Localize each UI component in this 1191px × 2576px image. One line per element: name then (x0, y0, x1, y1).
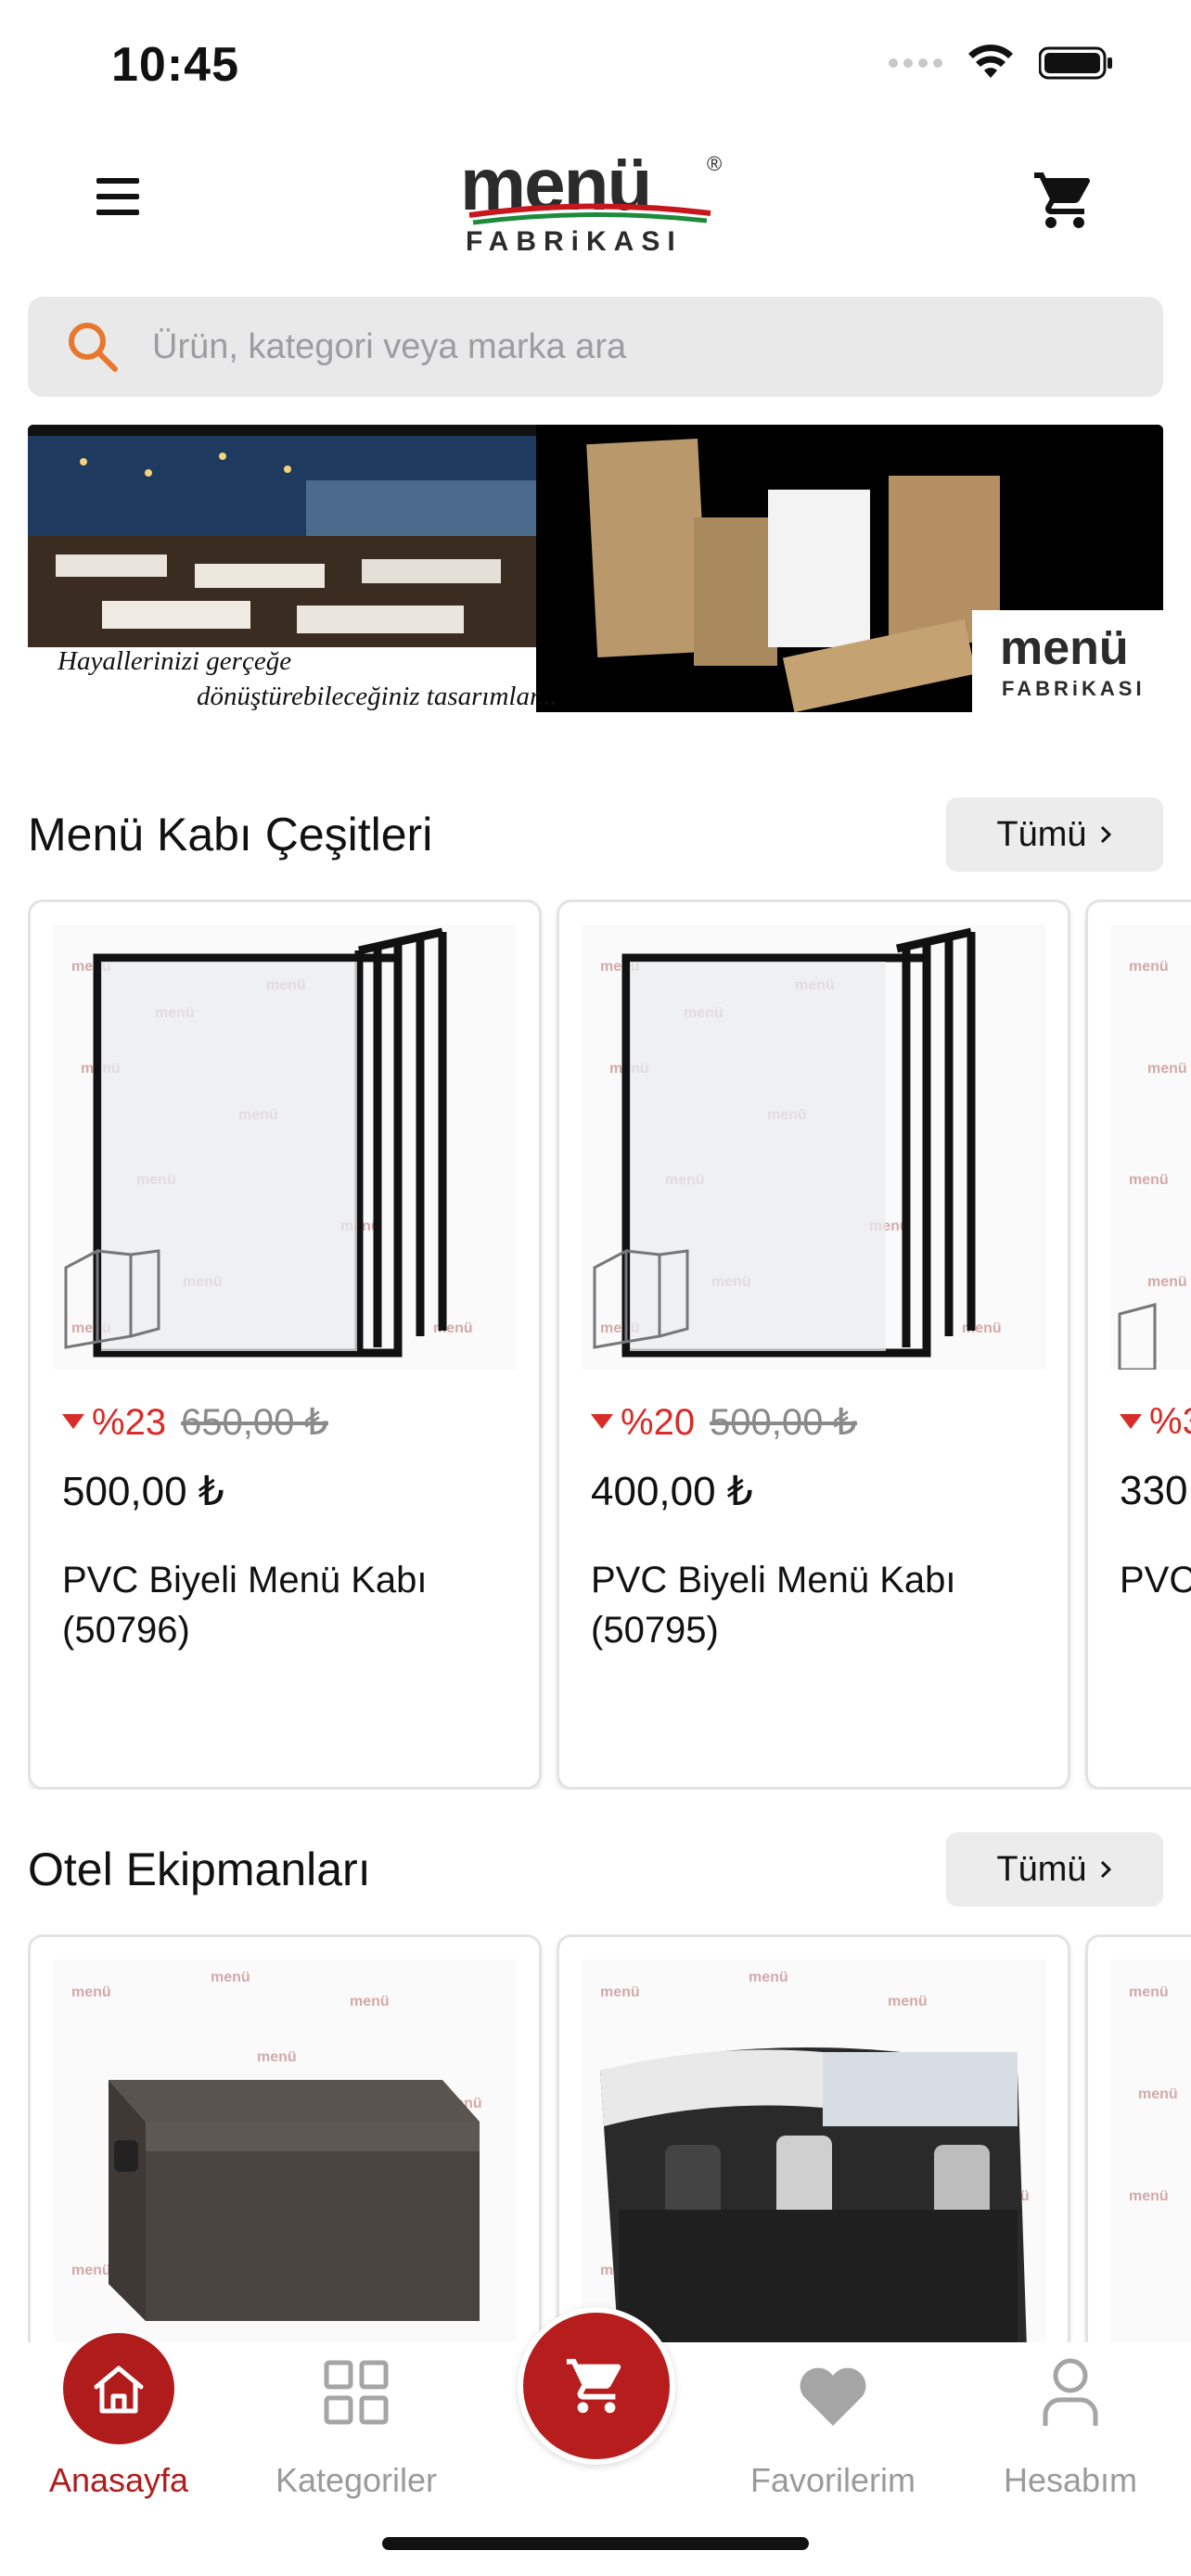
product-card[interactable]: menümenümenümenümenü (557, 1934, 1070, 2342)
svg-text:menü: menü (1129, 959, 1169, 975)
section-header-hotel-equipment: Otel Ekipmanları Tümü (28, 1832, 1163, 1906)
home-indicator[interactable] (382, 2537, 809, 2550)
product-card[interactable]: menümenümenümenümenümenümenü (28, 1934, 542, 2342)
product-card[interactable]: menü menü menü (1085, 1934, 1191, 2342)
product-card[interactable]: menü menü menü menü %3 330 PVC (507 (1085, 899, 1191, 1790)
brand-logo[interactable]: menü ® FABRiKASI (460, 143, 733, 254)
old-price: 500,00 ₺ (710, 1402, 857, 1443)
banner-logo-subtext: FABRiKASI (1002, 677, 1146, 700)
svg-text:menü: menü (1129, 2188, 1169, 2204)
nav-home[interactable]: Anasayfa (17, 2333, 221, 2499)
section-header-menu-covers: Menü Kabı Çeşitleri Tümü (28, 797, 1163, 872)
price: 400,00 ₺ (591, 1469, 753, 1514)
nav-categories-label: Kategoriler (275, 2461, 438, 2499)
home-icon-circle (63, 2333, 174, 2444)
discount-percent: %20 (621, 1401, 696, 1443)
cart-icon[interactable] (1031, 167, 1098, 234)
chevron-right-icon (1100, 825, 1111, 844)
app-header: menü ® FABRiKASI (0, 130, 1191, 269)
nav-home-label: Anasayfa (48, 2461, 189, 2499)
product-image: menümenümenümenümenümenümenümenümenümenü (582, 925, 1045, 1370)
svg-text:menü: menü (600, 1984, 640, 2000)
search-bar[interactable] (28, 297, 1163, 397)
product-card[interactable]: menümenümenümenümenümenümenümenümenümenü… (557, 899, 1070, 1790)
discount-percent: %23 (92, 1401, 167, 1443)
logo-subtext: FABRiKASI (466, 226, 683, 254)
product-name: PVC (507 (1120, 1560, 1191, 1600)
discount-info: %20 500,00 ₺ (591, 1401, 857, 1444)
product-image: menü menü menü (1110, 1959, 1191, 2342)
banner-logo-text: menü (1000, 621, 1129, 675)
product-carousel-hotel-equipment[interactable]: menü menü menü menü menü menü menü menü menü men… (28, 1934, 1191, 2342)
section-title: Menü Kabı Çeşitleri (28, 809, 433, 861)
heart-icon (800, 2367, 866, 2426)
discount-badge: %3 (1120, 1401, 1191, 1443)
product-image: menü menü menü menü (1110, 925, 1191, 1370)
svg-text:menü: menü (71, 2263, 111, 2278)
see-all-label: Tümü (996, 1849, 1087, 1889)
home-icon (94, 2366, 144, 2414)
status-icons (889, 45, 1113, 82)
svg-text:menü: menü (1129, 1984, 1169, 2000)
product-image: menümenümenümenümenümenümenümenümenümenü (53, 925, 517, 1370)
product-image: menümenümenümenümenü (582, 1959, 1045, 2342)
status-bar: 10:45 (0, 0, 1191, 130)
product-name: PVC Biyeli Menü Kabı (50795) (591, 1560, 956, 1651)
product-image: menümenümenümenümenümenümenü (53, 1959, 517, 2342)
user-icon (1043, 2358, 1098, 2426)
product-name: PVC Biyeli Menü Kabı (50796) (62, 1560, 428, 1651)
promo-banner[interactable]: menü FABRiKASI Hayallerinizi gerçeğe dön… (28, 425, 1163, 742)
down-arrow-icon (1120, 1413, 1142, 1429)
nav-categories[interactable]: Kategoriler (254, 2342, 458, 2499)
svg-text:menü: menü (888, 1994, 928, 2009)
search-icon (69, 323, 118, 372)
battery-icon (1039, 46, 1112, 80)
svg-text:menü: menü (257, 2049, 297, 2065)
search-input[interactable] (152, 326, 1080, 367)
svg-text:menü: menü (71, 1984, 111, 2000)
product-card[interactable]: menümenümenümenümenümenümenümenümenümenü… (28, 899, 542, 1790)
svg-text:menü: menü (1147, 1274, 1187, 1290)
price: 500,00 ₺ (62, 1469, 224, 1514)
grid-icon (324, 2360, 389, 2425)
svg-text:menü: menü (1147, 1061, 1187, 1077)
banner-tagline: Hayallerinizi gerçeğe dönüştürebileceğin… (58, 644, 557, 714)
menu-covers-image: menü FABRiKASI (536, 425, 1163, 712)
price: 330 (1120, 1468, 1188, 1513)
svg-text:menü: menü (211, 1970, 250, 1985)
chevron-right-icon (1100, 1860, 1111, 1879)
banner-tagline-line2: dönüştürebileceğiniz tasarımlar... (197, 682, 557, 711)
banner-tagline-line1: Hayallerinizi gerçeğe (58, 646, 292, 676)
wifi-icon (968, 45, 1013, 78)
discount-info: %3 (1120, 1401, 1191, 1443)
nav-cart-button[interactable] (518, 2307, 675, 2465)
nav-favorites[interactable]: Favorilerim (731, 2342, 935, 2499)
discount-badge: %23 (62, 1402, 166, 1444)
cellular-signal-icon (889, 58, 942, 68)
old-price: 650,00 ₺ (181, 1402, 328, 1443)
nav-favorites-label: Favorilerim (749, 2461, 916, 2499)
discount-info: %23 650,00 ₺ (62, 1401, 328, 1444)
svg-text:menü: menü (1138, 2086, 1178, 2102)
see-all-button[interactable]: Tümü (946, 1832, 1163, 1906)
nav-account[interactable]: Hesabım (968, 2342, 1172, 2499)
discount-badge: %20 (591, 1402, 695, 1444)
down-arrow-icon (591, 1414, 613, 1429)
see-all-button[interactable]: Tümü (946, 797, 1163, 872)
svg-text:menü: menü (1129, 1172, 1169, 1188)
section-title: Otel Ekipmanları (28, 1843, 371, 1895)
hamburger-menu-icon[interactable] (96, 178, 139, 215)
svg-text:menü: menü (350, 1994, 390, 2009)
svg-text:menü: menü (749, 1970, 788, 1985)
product-carousel-menu-covers[interactable]: menümenümenümenümenümenümenümenümenümenü… (28, 899, 1191, 1790)
logo-registered: ® (707, 152, 722, 175)
see-all-label: Tümü (996, 814, 1087, 854)
cart-icon (566, 2358, 621, 2414)
discount-percent: %3 (1149, 1401, 1191, 1442)
status-time: 10:45 (111, 38, 239, 92)
nav-account-label: Hesabım (1003, 2461, 1138, 2499)
restaurant-image (28, 425, 536, 647)
down-arrow-icon (62, 1414, 84, 1429)
